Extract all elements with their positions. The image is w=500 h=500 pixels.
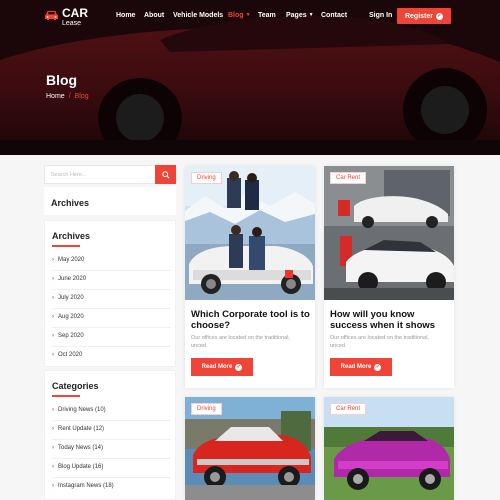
post-image[interactable]: Driving bbox=[185, 397, 315, 500]
people-on-car-photo bbox=[185, 166, 315, 300]
page-title: Blog bbox=[46, 72, 78, 88]
chevron-right-icon: › bbox=[52, 276, 54, 282]
top-navigation: CAR Lease Home About Vehicle Models Blog… bbox=[0, 0, 500, 34]
post-excerpt: Our offices are located on the tradition… bbox=[330, 335, 429, 349]
divider bbox=[52, 346, 170, 347]
divider bbox=[52, 289, 170, 290]
chevron-right-icon: › bbox=[52, 333, 54, 339]
divider bbox=[52, 308, 170, 309]
archives-heading: Archives bbox=[51, 198, 90, 208]
breadcrumb-current: Blog bbox=[74, 93, 89, 100]
chevron-right-icon: › bbox=[52, 445, 54, 451]
nav-item-pages[interactable]: Pages ▼ bbox=[286, 12, 314, 19]
divider bbox=[52, 327, 170, 328]
category-item[interactable]: › Instagram News (18) bbox=[52, 483, 170, 489]
divider bbox=[52, 270, 170, 271]
category-item[interactable]: › Today News (14) bbox=[52, 445, 170, 451]
nav-item-about[interactable]: About bbox=[144, 12, 164, 19]
divider bbox=[52, 420, 170, 421]
chevron-right-icon: › bbox=[52, 426, 54, 432]
register-button[interactable]: Register ✓ bbox=[397, 8, 451, 24]
archive-item[interactable]: › June 2020 bbox=[52, 276, 170, 282]
check-circle-icon: ✓ bbox=[374, 363, 382, 371]
post-tag[interactable]: Driving bbox=[191, 172, 222, 184]
chevron-down-icon: ▼ bbox=[245, 12, 251, 18]
archive-item[interactable]: › Aug 2020 bbox=[52, 314, 170, 320]
search-input[interactable] bbox=[45, 166, 155, 183]
divider bbox=[52, 458, 170, 459]
read-more-label: Read More bbox=[340, 364, 372, 370]
divider bbox=[52, 439, 170, 440]
divider bbox=[52, 477, 170, 478]
chevron-right-icon: › bbox=[52, 314, 54, 320]
nav-item-contact[interactable]: Contact bbox=[321, 12, 347, 19]
blog-card: Driving Which Corporate tool is to choos… bbox=[185, 166, 315, 388]
breadcrumb-separator: / bbox=[68, 93, 71, 100]
nav-item-blog[interactable]: Blog ▼ bbox=[228, 12, 251, 19]
archives-widget: Archives › May 2020 › June 2020 › July 2020… bbox=[44, 220, 176, 367]
blog-card: Driving bbox=[185, 397, 315, 500]
post-title[interactable]: Which Corporate tool is to choose? bbox=[191, 309, 313, 331]
read-more-label: Read More bbox=[201, 364, 233, 370]
search-icon bbox=[161, 170, 170, 179]
search-button[interactable] bbox=[155, 165, 176, 184]
post-excerpt: Our offices are located on the tradition… bbox=[191, 335, 290, 349]
chevron-right-icon: › bbox=[52, 295, 54, 301]
archives-top-box: Archives bbox=[44, 187, 176, 215]
archive-item[interactable]: › Oct 2020 bbox=[52, 352, 170, 358]
brand-logo[interactable]: CAR Lease bbox=[44, 7, 88, 27]
brand-subtitle: Lease bbox=[62, 20, 82, 27]
heading-underline bbox=[52, 245, 80, 247]
post-tag[interactable]: Car Rent bbox=[330, 172, 367, 184]
post-image[interactable]: Car Rent bbox=[324, 166, 454, 300]
register-label: Register bbox=[404, 12, 433, 20]
chevron-right-icon: › bbox=[52, 483, 54, 489]
post-tag[interactable]: Car Rent bbox=[330, 403, 367, 415]
chevron-right-icon: › bbox=[52, 257, 54, 263]
categories-heading: Categories bbox=[52, 381, 99, 391]
chevron-down-icon: ▼ bbox=[308, 12, 314, 18]
blog-card: Car Rent bbox=[324, 397, 454, 500]
tesla-cars-photo bbox=[324, 166, 454, 300]
blog-card: Car Rent How will you know success when … bbox=[324, 166, 454, 388]
breadcrumb: Home / Blog bbox=[46, 93, 89, 100]
archives-heading: Archives bbox=[52, 231, 91, 241]
brand-name: CAR bbox=[62, 6, 88, 20]
car-icon bbox=[45, 11, 58, 20]
read-more-button[interactable]: Read More ✓ bbox=[330, 358, 392, 376]
chevron-right-icon: › bbox=[52, 407, 54, 413]
check-circle-icon: ✓ bbox=[436, 12, 443, 20]
archive-item[interactable]: › Sep 2020 bbox=[52, 333, 170, 339]
breadcrumb-home[interactable]: Home bbox=[46, 93, 65, 100]
category-item[interactable]: › Driving News (10) bbox=[52, 407, 170, 413]
post-image[interactable]: Driving bbox=[185, 166, 315, 300]
search-box bbox=[44, 165, 176, 184]
nav-item-team[interactable]: Team bbox=[258, 12, 276, 19]
nav-item-home[interactable]: Home bbox=[116, 12, 135, 19]
heading-underline bbox=[52, 395, 80, 397]
archive-item[interactable]: › May 2020 bbox=[52, 257, 170, 263]
category-item[interactable]: › Blog Update (16) bbox=[52, 464, 170, 470]
read-more-button[interactable]: Read More ✓ bbox=[191, 358, 253, 376]
sign-in-link[interactable]: Sign In bbox=[369, 12, 392, 19]
nav-item-vehicle-models[interactable]: Vehicle Models bbox=[173, 12, 223, 19]
post-tag[interactable]: Driving bbox=[191, 403, 222, 415]
categories-widget: Categories › Driving News (10) › Rent Upda… bbox=[44, 370, 176, 500]
post-image[interactable]: Car Rent bbox=[324, 397, 454, 500]
chevron-right-icon: › bbox=[52, 464, 54, 470]
check-circle-icon: ✓ bbox=[235, 363, 243, 371]
category-item[interactable]: › Rent Update (12) bbox=[52, 426, 170, 432]
chevron-right-icon: › bbox=[52, 352, 54, 358]
post-title[interactable]: How will you know success when it shows bbox=[330, 309, 452, 331]
archive-item[interactable]: › July 2020 bbox=[52, 295, 170, 301]
